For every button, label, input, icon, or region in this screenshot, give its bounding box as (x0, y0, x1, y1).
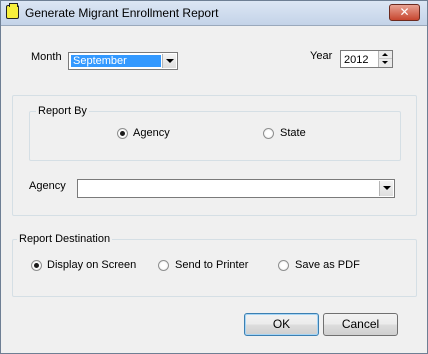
report-by-legend: Report By (36, 105, 89, 117)
radio-send-to-printer[interactable] (158, 260, 169, 271)
agency-selected-value (80, 182, 84, 194)
report-by-group: Report By Agency State (29, 105, 401, 161)
radio-save-as-pdf-label[interactable]: Save as PDF (295, 259, 360, 271)
app-icon (6, 3, 19, 19)
ok-button[interactable]: OK (244, 313, 319, 336)
month-select[interactable]: September (68, 52, 178, 70)
chevron-down-icon[interactable] (379, 181, 393, 196)
spin-down-icon[interactable] (378, 59, 392, 67)
month-selected-value: September (71, 55, 161, 67)
month-label: Month (31, 51, 62, 63)
dialog-window: Generate Migrant Enrollment Report ✕ Mon… (0, 0, 428, 354)
radio-state-label[interactable]: State (280, 127, 306, 139)
radio-display-on-screen[interactable] (31, 260, 42, 271)
spin-up-icon[interactable] (378, 51, 392, 59)
year-value: 2012 (344, 54, 369, 66)
radio-save-as-pdf[interactable] (278, 260, 289, 271)
chevron-down-icon[interactable] (162, 54, 176, 68)
agency-select[interactable] (77, 179, 395, 198)
agency-label: Agency (29, 180, 66, 192)
report-options-panel: Report By Agency State Agency (12, 95, 417, 216)
radio-state[interactable] (263, 128, 274, 139)
radio-send-to-printer-label[interactable]: Send to Printer (175, 259, 248, 271)
window-title: Generate Migrant Enrollment Report (25, 6, 219, 20)
radio-agency[interactable] (117, 128, 128, 139)
report-destination-group: Report Destination Display on Screen Sen… (12, 233, 417, 297)
radio-display-on-screen-label[interactable]: Display on Screen (47, 259, 136, 271)
cancel-button[interactable]: Cancel (323, 313, 398, 336)
report-destination-legend: Report Destination (17, 233, 113, 245)
close-icon: ✕ (399, 5, 410, 19)
close-button[interactable]: ✕ (389, 4, 420, 21)
title-bar[interactable]: Generate Migrant Enrollment Report ✕ (1, 1, 427, 26)
radio-agency-label[interactable]: Agency (133, 127, 170, 139)
year-label: Year (310, 50, 333, 62)
year-spinner[interactable]: 2012 (340, 50, 393, 68)
